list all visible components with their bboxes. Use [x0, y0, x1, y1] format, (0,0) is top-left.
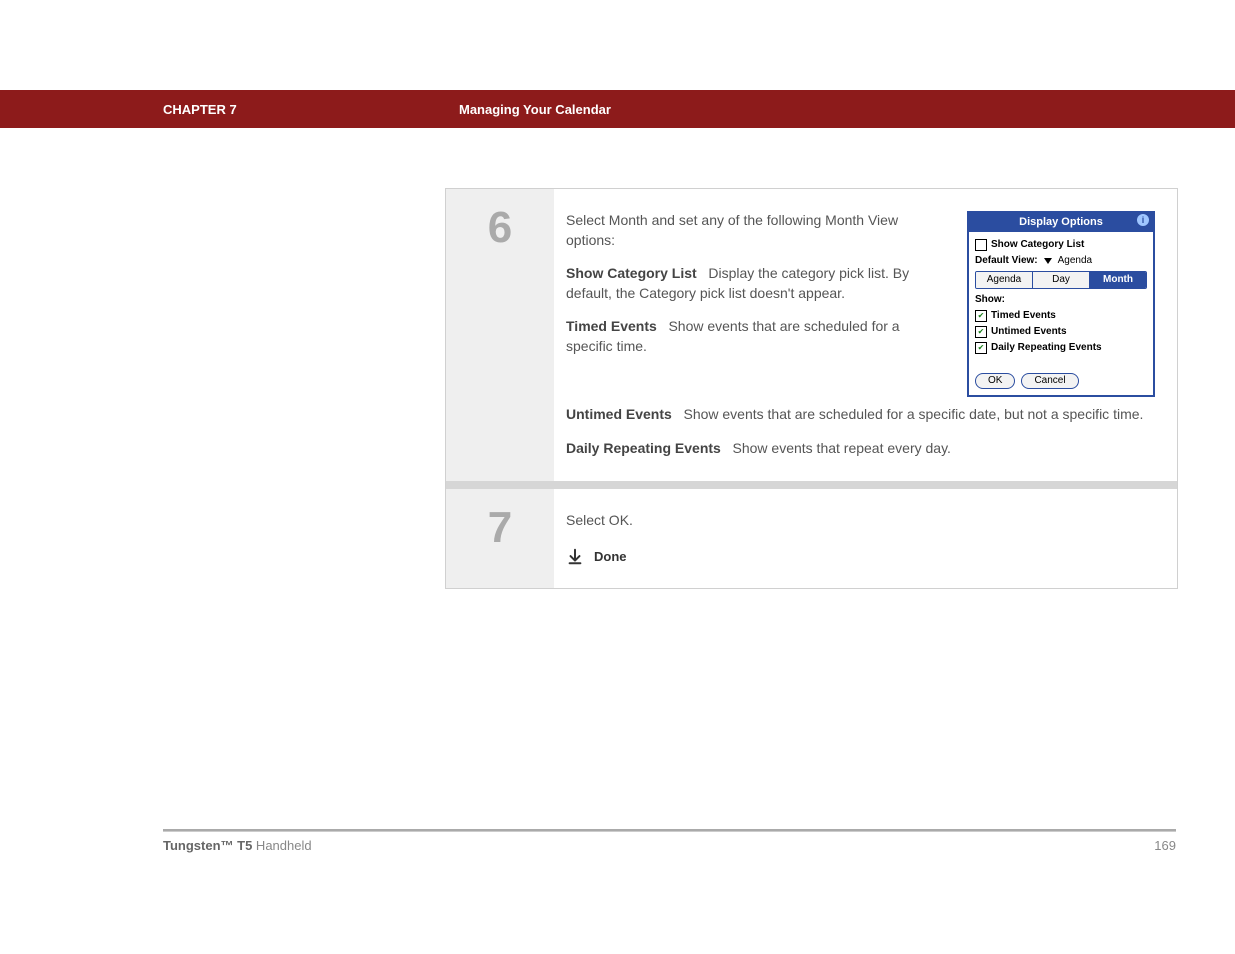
option-show-category: Show Category List Display the category …	[566, 264, 949, 303]
done-label: Done	[594, 548, 627, 566]
step-number: 6	[446, 189, 554, 253]
page-footer: Tungsten™ T5 Handheld 169	[163, 829, 1176, 853]
step-text: Select OK.	[566, 511, 1155, 531]
option-term: Untimed Events	[566, 406, 672, 422]
option-desc: Show events that repeat every day.	[733, 440, 951, 456]
view-tabs: Agenda Day Month	[975, 271, 1147, 289]
chapter-number: CHAPTER 7	[163, 102, 459, 117]
step-intro-text: Select Month and set any of the followin…	[566, 211, 949, 250]
row-separator	[446, 481, 1177, 489]
checkbox-label: Timed Events	[991, 309, 1056, 323]
step-number-cell: 6	[446, 189, 554, 481]
option-term: Timed Events	[566, 318, 657, 334]
checkbox-untimed[interactable]: ✔	[975, 326, 987, 338]
option-daily-repeating: Daily Repeating Events Show events that …	[566, 439, 1155, 459]
steps-block: 6 Select Month and set any of the follow…	[445, 188, 1178, 589]
dropdown-icon[interactable]	[1044, 258, 1052, 264]
default-view-value[interactable]: Agenda	[1058, 254, 1092, 268]
checkbox-daily-repeating[interactable]: ✔	[975, 342, 987, 354]
option-desc: Show events that are scheduled for a spe…	[683, 406, 1143, 422]
step-6-row: 6 Select Month and set any of the follow…	[446, 189, 1177, 481]
product-name-bold: Tungsten™ T5	[163, 838, 252, 853]
checkbox-label: Show Category List	[991, 238, 1084, 252]
dialog-title-bar: Display Options i	[969, 213, 1153, 232]
info-icon[interactable]: i	[1137, 214, 1149, 226]
dialog-title: Display Options	[1019, 216, 1103, 228]
show-label: Show:	[975, 293, 1147, 307]
done-arrow-icon	[566, 548, 584, 566]
checkbox-show-category[interactable]	[975, 239, 987, 251]
product-name: Tungsten™ T5 Handheld	[163, 838, 312, 853]
step-body: Select Month and set any of the followin…	[554, 189, 1177, 481]
checkbox-timed[interactable]: ✔	[975, 310, 987, 322]
tab-day[interactable]: Day	[1033, 272, 1090, 288]
step-7-row: 7 Select OK. Done	[446, 489, 1177, 589]
done-indicator: Done	[566, 548, 1155, 566]
ok-button[interactable]: OK	[975, 373, 1015, 389]
checkbox-label: Untimed Events	[991, 325, 1067, 339]
chapter-title: Managing Your Calendar	[459, 102, 611, 117]
option-term: Daily Repeating Events	[566, 440, 721, 456]
option-term: Show Category List	[566, 265, 697, 281]
checkbox-label: Daily Repeating Events	[991, 341, 1102, 355]
option-untimed-events: Untimed Events Show events that are sche…	[566, 405, 1155, 425]
tab-month[interactable]: Month	[1090, 272, 1146, 288]
default-view-label: Default View:	[975, 254, 1038, 268]
tab-agenda[interactable]: Agenda	[976, 272, 1033, 288]
option-timed-events: Timed Events Show events that are schedu…	[566, 317, 949, 356]
dialog-screenshot: Display Options i Show Category List Def…	[967, 211, 1155, 397]
page-number: 169	[1154, 838, 1176, 853]
step-number-cell: 7	[446, 489, 554, 589]
cancel-button[interactable]: Cancel	[1021, 373, 1078, 389]
step-number: 7	[446, 489, 554, 553]
chapter-header: CHAPTER 7 Managing Your Calendar	[0, 90, 1235, 128]
product-name-rest: Handheld	[252, 838, 311, 853]
step-body: Select OK. Done	[554, 489, 1177, 589]
